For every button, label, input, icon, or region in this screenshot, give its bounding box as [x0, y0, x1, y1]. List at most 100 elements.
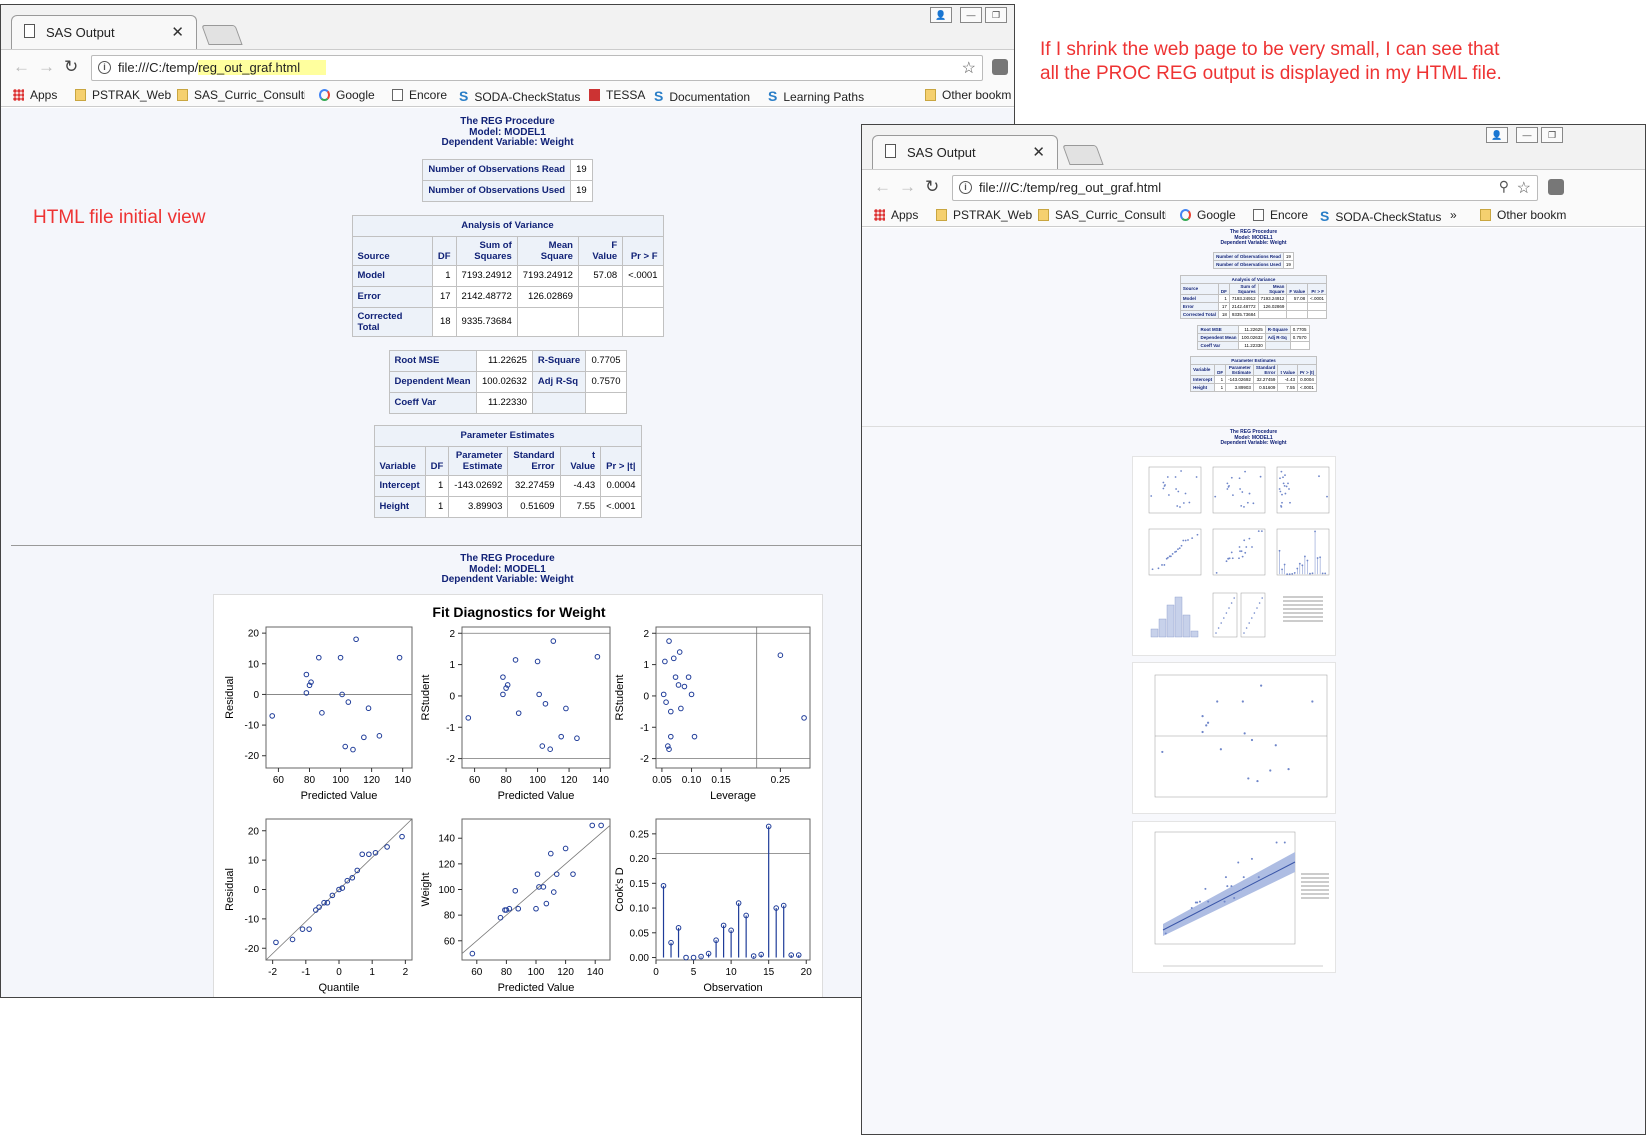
- diag-subplot: 60 80 100 120 140 -2 -1 0 1 2 Predicted Value RStud…: [420, 626, 611, 802]
- mini-point: [1177, 490, 1180, 493]
- mini-point: [1243, 632, 1245, 634]
- mini-point: [1164, 932, 1167, 935]
- address-bar[interactable]: i file:///C:/temp/reg_out_graf.html ⚲ ☆: [952, 175, 1538, 201]
- mini-point: [1230, 551, 1233, 554]
- minimize-button[interactable]: —: [960, 7, 982, 23]
- new-tab-button[interactable]: [201, 25, 243, 45]
- info-icon[interactable]: i: [98, 61, 111, 74]
- mini-fit-plot-chart: [1154, 831, 1329, 967]
- restore-button[interactable]: ❐: [1541, 127, 1563, 143]
- page-icon: [1253, 209, 1264, 221]
- x-tick-label: 0.05: [652, 775, 672, 786]
- x-tick-label: 80: [501, 775, 513, 786]
- x-tick-label: 100: [528, 967, 545, 978]
- mini-point: [1245, 627, 1248, 629]
- bookmark-encore[interactable]: Encore: [392, 88, 447, 102]
- x-tick-label: 1: [369, 967, 375, 978]
- mini-point: [1245, 546, 1248, 548]
- mini-point: [1296, 567, 1299, 570]
- address-bar[interactable]: i file:///C:/temp/reg_out_graf.html ☆: [91, 55, 983, 81]
- bookmark-sas-curric[interactable]: SAS_Curric_Consultin: [177, 88, 305, 102]
- minimize-button[interactable]: —: [1516, 127, 1538, 143]
- restore-button[interactable]: ❐: [985, 7, 1007, 23]
- y-tick-label: -10: [245, 914, 260, 925]
- extension-icon[interactable]: [1548, 179, 1564, 195]
- mini-point: [1196, 901, 1199, 904]
- bookmark-soda[interactable]: S SODA-CheckStatus: [1320, 208, 1441, 224]
- mini-point: [1244, 470, 1246, 473]
- bookmark-documentation[interactable]: S Documentation: [654, 88, 750, 104]
- bookmark-pstrak[interactable]: PSTRAK_Web: [75, 88, 171, 102]
- bookmark-learning-paths[interactable]: S Learning Paths: [768, 88, 864, 104]
- mini-point: [1314, 530, 1316, 533]
- browser-window-shrunk: SAS Output ✕ 👤 — ❐ ← → ↻ i file:///C:/te…: [861, 124, 1646, 1135]
- bookmark-other[interactable]: Other bookm: [1480, 208, 1566, 222]
- document-icon: [24, 24, 35, 38]
- mini-point: [1231, 557, 1234, 560]
- back-arrow-icon[interactable]: ←: [13, 57, 30, 77]
- folder-icon: [177, 89, 188, 101]
- mini-plot-frame: [1212, 592, 1238, 638]
- mini-hist-bar: [1182, 614, 1191, 638]
- close-tab-icon[interactable]: ✕: [1032, 143, 1045, 161]
- new-tab-button[interactable]: [1062, 145, 1104, 165]
- reload-icon[interactable]: ↻: [64, 57, 78, 77]
- mini-point: [1285, 485, 1288, 488]
- anova-h-df: DF: [431, 235, 457, 266]
- y-tick-label: 0: [449, 691, 455, 702]
- bookmark-star-icon[interactable]: ☆: [962, 58, 976, 78]
- bookmark-tessa[interactable]: TESSA: [589, 88, 645, 102]
- y-tick-label: -10: [245, 721, 260, 732]
- mini-point: [1223, 617, 1225, 619]
- mini-point: [1166, 476, 1169, 478]
- mini-point: [1274, 744, 1277, 747]
- forward-arrow-icon[interactable]: →: [38, 57, 55, 77]
- mini-plot-frame: [1276, 466, 1330, 514]
- mini-point: [1239, 550, 1241, 553]
- mini-point: [1207, 900, 1210, 903]
- mini-point: [1247, 777, 1250, 780]
- bookmark-star-icon[interactable]: ☆: [1517, 178, 1531, 198]
- x-tick-label: 5: [691, 967, 697, 978]
- browser-tab[interactable]: SAS Output ✕: [872, 135, 1058, 169]
- mini-point: [1215, 632, 1217, 634]
- bookmark-soda[interactable]: S SODA-CheckStatus: [459, 88, 580, 104]
- profile-icon[interactable]: 👤: [930, 7, 952, 23]
- browser-tab[interactable]: SAS Output ✕: [11, 15, 197, 49]
- anova-h-p: Pr > F: [622, 235, 664, 266]
- extension-icon[interactable]: [992, 59, 1008, 75]
- bookmark-google[interactable]: Google: [319, 88, 375, 102]
- forward-arrow-icon[interactable]: →: [899, 177, 916, 197]
- profile-icon[interactable]: 👤: [1486, 127, 1508, 143]
- mini-hist-bar: [1158, 618, 1167, 638]
- bookmarks-overflow-chevron[interactable]: »: [1450, 208, 1457, 222]
- x-tick-label: 0: [336, 967, 342, 978]
- mini-point: [1251, 546, 1253, 548]
- close-tab-icon[interactable]: ✕: [171, 23, 184, 41]
- info-icon[interactable]: i: [959, 181, 972, 194]
- back-arrow-icon[interactable]: ←: [874, 177, 891, 197]
- bookmarks-bar: Apps PSTRAK_Web SAS_Curric_Consultin Goo…: [1, 83, 1014, 107]
- bookmark-apps[interactable]: Apps: [13, 88, 57, 102]
- toolbar: ← → ↻ i file:///C:/temp/reg_out_graf.htm…: [1, 49, 1014, 83]
- x-tick-label: 0.10: [682, 775, 702, 786]
- mini-point: [1176, 505, 1179, 507]
- bookmark-other[interactable]: Other bookm: [925, 88, 1011, 102]
- tab-title: SAS Output: [46, 25, 115, 40]
- mini-point: [1241, 555, 1244, 558]
- zoom-icon[interactable]: ⚲: [1499, 178, 1509, 195]
- bookmark-google[interactable]: Google: [1180, 208, 1236, 222]
- bookmark-pstrak[interactable]: PSTRAK_Web: [936, 208, 1032, 222]
- fit-stats-table: Root MSE 11.22625 R-Square 0.7705 Dependent…: [388, 349, 627, 414]
- mini-point: [1240, 888, 1242, 891]
- bookmark-apps[interactable]: Apps: [874, 208, 918, 222]
- bookmark-sas-curric[interactable]: SAS_Curric_Consultin: [1038, 208, 1166, 222]
- diag-subplot: -2 -1 0 1 2-20-1001020QuantileResidual: [224, 818, 413, 994]
- x-tick-label: 10: [726, 967, 738, 978]
- reload-icon[interactable]: ↻: [925, 177, 939, 197]
- y-tick-label: 0.25: [630, 829, 650, 840]
- bookmark-encore[interactable]: Encore: [1253, 208, 1308, 222]
- x-tick-label: -2: [268, 967, 277, 978]
- mini-anova-table: Analysis of Variance Source DF Sum of Squar…: [1179, 274, 1328, 319]
- nobs-used-value: 19: [570, 179, 593, 202]
